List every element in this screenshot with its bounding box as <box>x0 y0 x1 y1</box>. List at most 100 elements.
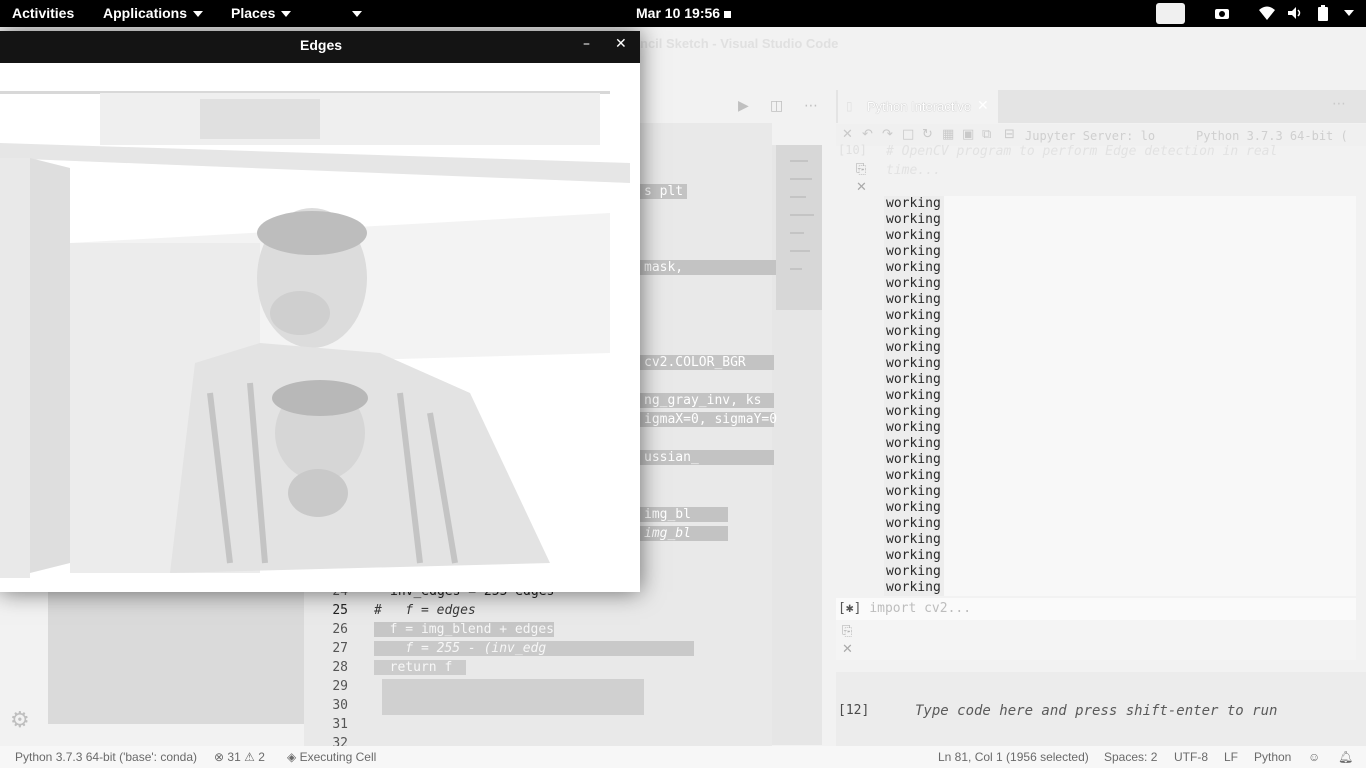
output-line: working <box>886 564 941 579</box>
encoding[interactable]: UTF-8 <box>1174 750 1208 764</box>
places-menu[interactable]: Places <box>231 5 292 21</box>
clock[interactable]: Mar 10 19:56 <box>636 5 731 21</box>
chevron-down-icon <box>281 11 292 18</box>
output-line: working <box>886 372 941 387</box>
jupyter-icon: ◈ <box>287 750 297 764</box>
code-fragment: mask, <box>640 260 776 275</box>
battery-icon[interactable] <box>1314 4 1332 22</box>
copy-icon[interactable]: ⎘ <box>842 624 852 639</box>
interrupt-kernel-icon[interactable]: □ <box>902 127 914 142</box>
applications-menu[interactable]: Applications <box>103 5 204 21</box>
chevron-down-icon <box>352 11 362 18</box>
line-ending[interactable]: LF <box>1224 750 1238 764</box>
code-fragment: s plt <box>640 184 688 199</box>
minimap-slider[interactable] <box>776 145 822 310</box>
system-menu-icon[interactable] <box>1340 4 1358 22</box>
gear-icon[interactable]: ⚙ <box>10 708 36 734</box>
line-number: 30 <box>332 698 348 713</box>
output-line: working <box>886 452 941 467</box>
output-line: working <box>886 500 941 515</box>
cursor-position[interactable]: Ln 81, Col 1 (1956 selected) <box>938 750 1089 764</box>
python-interpreter[interactable]: Python 3.7.3 64-bit ('base': conda) <box>15 750 197 764</box>
cell-code-collapsed[interactable]: [✱] import cv2... <box>838 601 971 616</box>
code-fragment: img_bl <box>640 507 728 522</box>
close-button[interactable]: ✕ <box>615 36 627 52</box>
code-input-placeholder[interactable]: Type code here and press shift-enter to … <box>915 703 1277 719</box>
cell-execution-count: [10] <box>838 143 867 157</box>
cell-busy-indicator: [✱] <box>838 601 862 616</box>
code-fragment: cv2.COLOR_BGR <box>640 355 774 370</box>
vscode-window-title: ncil Sketch - Visual Studio Code <box>640 36 839 51</box>
undo-icon[interactable]: ↶ <box>862 127 873 142</box>
selection-highlight <box>382 679 644 715</box>
output-line: working <box>886 436 941 451</box>
places-label: Places <box>231 5 276 21</box>
output-line: working <box>886 516 941 531</box>
cell-output-background <box>944 196 1356 596</box>
feedback-icon[interactable]: ☺ <box>1308 750 1320 764</box>
restart-kernel-icon[interactable]: ↻ <box>922 127 933 142</box>
explorer-panel[interactable] <box>48 592 304 724</box>
minimap-line <box>790 232 804 234</box>
delete-icon[interactable]: ✕ <box>842 642 853 657</box>
minimize-button[interactable]: – <box>583 36 590 52</box>
more-actions-icon[interactable]: ⋯ <box>1332 96 1346 112</box>
output-line: working <box>886 468 941 483</box>
jupyter-server-label[interactable]: Jupyter Server: lo <box>1025 129 1155 143</box>
line-number: 27 <box>332 641 348 656</box>
export-icon[interactable]: ⧉ <box>982 127 991 142</box>
run-icon[interactable]: ▶ <box>738 98 749 114</box>
copy-icon[interactable]: ⎘ <box>856 162 866 177</box>
notification-dot-icon <box>723 10 731 18</box>
execution-status-label: Executing Cell <box>299 750 377 764</box>
execution-status[interactable]: ◈ Executing Cell <box>287 750 376 764</box>
edges-image <box>0 63 640 592</box>
window-menu[interactable] <box>346 5 362 21</box>
chevron-down-icon <box>193 11 204 18</box>
variables-icon[interactable]: ▦ <box>942 127 954 142</box>
code-line[interactable]: f = img_blend + edges <box>374 622 555 637</box>
output-line: working <box>886 580 941 595</box>
wifi-icon[interactable] <box>1258 4 1276 22</box>
code-fragment: ng_gray_inv, ks <box>640 393 774 408</box>
indentation[interactable]: Spaces: 2 <box>1104 750 1157 764</box>
file-icon: ▯ <box>846 99 853 113</box>
line-number: 25 <box>332 603 348 618</box>
cell-body <box>836 620 1356 660</box>
code-line[interactable]: # f = edges <box>374 603 476 618</box>
input-method-indicator[interactable] <box>1156 3 1185 24</box>
expand-icon[interactable]: ⊟ <box>1004 127 1015 142</box>
minimap-line <box>790 268 802 270</box>
save-icon[interactable]: ▣ <box>962 127 974 142</box>
code-fragment: img_bl <box>640 526 728 541</box>
line-number: 26 <box>332 622 348 637</box>
output-line: working <box>886 404 941 419</box>
screenshot-tool-icon[interactable] <box>1213 4 1231 22</box>
notifications-icon[interactable]: 🔔︎ <box>1338 750 1353 764</box>
delete-icon[interactable]: ✕ <box>856 180 867 195</box>
redo-icon[interactable]: ↷ <box>882 127 893 142</box>
close-icon[interactable]: ✕ <box>977 98 989 114</box>
language-mode[interactable]: Python <box>1254 750 1291 764</box>
problems-indicator[interactable]: ⊗ 31 ⚠ 2 <box>214 750 265 764</box>
output-line: working <box>886 324 941 339</box>
volume-icon[interactable] <box>1286 4 1304 22</box>
kernel-label[interactable]: Python 3.7.3 64-bit ( <box>1196 129 1348 143</box>
output-line: working <box>886 228 941 243</box>
code-line[interactable]: return f <box>374 660 466 675</box>
output-line: working <box>886 308 941 323</box>
output-line: working <box>886 484 941 499</box>
warning-icon: ⚠ <box>244 750 255 764</box>
line-number: 28 <box>332 660 348 675</box>
applications-label: Applications <box>103 5 188 21</box>
minimap-line <box>790 196 806 198</box>
output-line: working <box>886 212 941 227</box>
split-editor-icon[interactable]: ◫ <box>770 98 783 114</box>
cell-code[interactable]: # OpenCV program to perform Edge detecti… <box>886 142 1326 180</box>
code-line[interactable]: f = 255 - (inv_edg <box>374 641 694 656</box>
clear-all-icon[interactable]: ✕ <box>842 127 853 142</box>
line-number: 31 <box>332 717 348 732</box>
more-actions-icon[interactable]: ⋯ <box>804 98 818 114</box>
activities-button[interactable]: Activities <box>12 5 74 21</box>
output-line: working <box>886 276 941 291</box>
